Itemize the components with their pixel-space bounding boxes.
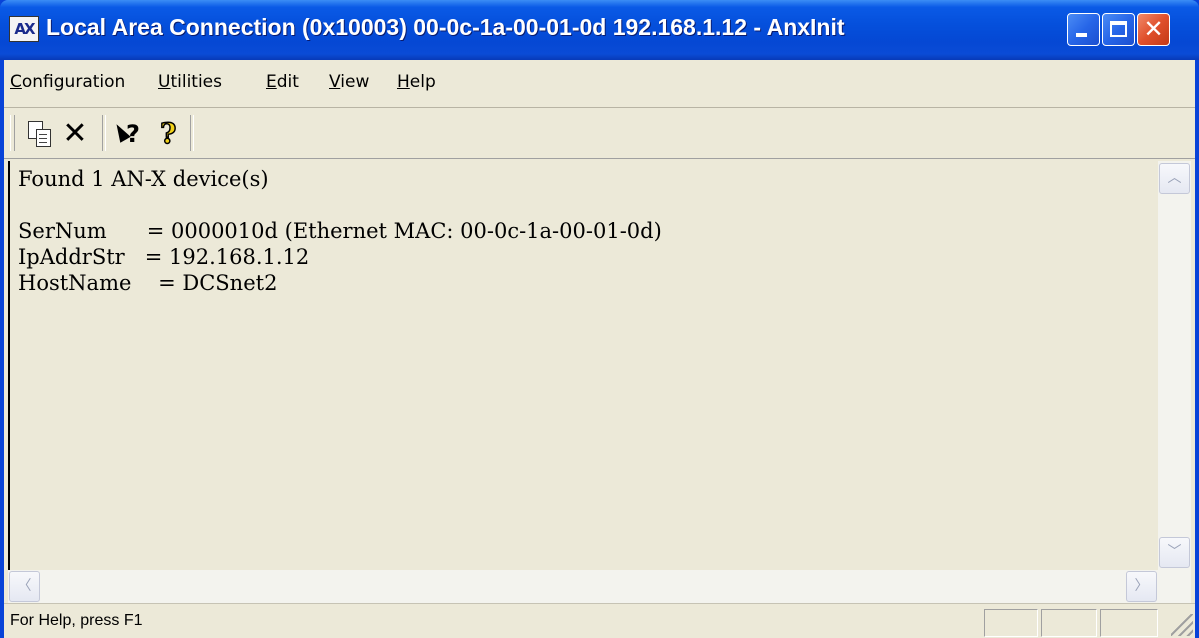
anxinit-app-icon[interactable]: AX — [9, 16, 39, 42]
menu-bar: Configuration Utilities Edit View Help — [4, 60, 1195, 108]
status-bar: For Help, press F1 — [4, 603, 1195, 638]
output-text-area[interactable]: Found 1 AN-X device(s) SerNum = 0000010d… — [8, 161, 1192, 602]
output-line: Found 1 AN-X device(s) — [18, 167, 269, 191]
scroll-right-button[interactable]: 〉 — [1126, 571, 1157, 602]
status-pane — [1041, 609, 1097, 637]
menu-edit-label: dit — [276, 72, 299, 92]
chevron-down-icon: ﹀ — [1167, 544, 1182, 560]
close-icon: ✕ — [1143, 15, 1164, 43]
menu-view[interactable]: View — [329, 72, 369, 92]
maximize-icon — [1110, 21, 1127, 37]
output-line: IpAddrStr = 192.168.1.12 — [18, 245, 310, 269]
toolbar-separator — [190, 115, 194, 151]
toolbar-grip[interactable] — [10, 115, 15, 151]
menu-view-accel: V — [329, 72, 341, 92]
menu-view-label: iew — [340, 72, 370, 92]
menu-edit-accel: E — [266, 72, 277, 92]
minimize-icon — [1076, 33, 1087, 37]
resize-grip-icon[interactable] — [1171, 614, 1193, 636]
chevron-left-icon: 〈 — [17, 578, 32, 594]
close-button[interactable]: ✕ — [1137, 13, 1170, 46]
vertical-scrollbar[interactable]: ︿ ﹀ — [1158, 161, 1191, 602]
copy-button[interactable] — [24, 119, 54, 149]
toolbar-separator — [102, 115, 106, 151]
help-button[interactable]: ? — [154, 117, 184, 150]
minimize-button[interactable] — [1067, 13, 1100, 46]
delete-button[interactable]: ✕ — [60, 119, 90, 149]
menu-help[interactable]: Help — [397, 72, 436, 92]
menu-utilities-label: tilities — [170, 72, 222, 92]
scroll-up-button[interactable]: ︿ — [1159, 163, 1190, 194]
output-line: SerNum = 0000010d (Ethernet MAC: 00-0c-1… — [18, 219, 662, 243]
status-text: For Help, press F1 — [10, 612, 143, 629]
status-pane — [984, 609, 1038, 637]
scroll-left-button[interactable]: 〈 — [9, 571, 40, 602]
menu-edit[interactable]: Edit — [266, 72, 299, 92]
chevron-right-icon: 〉 — [1134, 578, 1149, 594]
menu-utilities-accel: U — [158, 72, 171, 92]
menu-configuration-label: onfiguration — [21, 72, 126, 92]
menu-help-label: elp — [409, 72, 436, 92]
menu-configuration-accel: C — [10, 72, 22, 92]
window-title: Local Area Connection (0x10003) 00-0c-1a… — [46, 14, 845, 40]
chevron-up-icon: ︿ — [1167, 170, 1182, 186]
output-line: HostName = DCSnet2 — [18, 271, 278, 295]
horizontal-scrollbar[interactable]: 〈 〉 — [8, 570, 1191, 603]
menu-configuration[interactable]: Configuration — [10, 72, 125, 92]
application-window: AX Local Area Connection (0x10003) 00-0c… — [0, 0, 1199, 638]
help-icon: ? — [159, 117, 177, 150]
menu-help-accel: H — [397, 72, 410, 92]
client-area: Configuration Utilities Edit View Help ✕ — [4, 60, 1195, 638]
title-bar[interactable]: AX Local Area Connection (0x10003) 00-0c… — [0, 0, 1199, 60]
status-pane — [1100, 609, 1158, 637]
whats-this-button[interactable]: ? — [111, 119, 144, 149]
menu-utilities[interactable]: Utilities — [158, 72, 222, 92]
maximize-button[interactable] — [1102, 13, 1135, 46]
toolbar: ✕ ? ? — [4, 109, 1195, 159]
delete-icon: ✕ — [62, 116, 88, 151]
scroll-down-button[interactable]: ﹀ — [1159, 537, 1190, 568]
